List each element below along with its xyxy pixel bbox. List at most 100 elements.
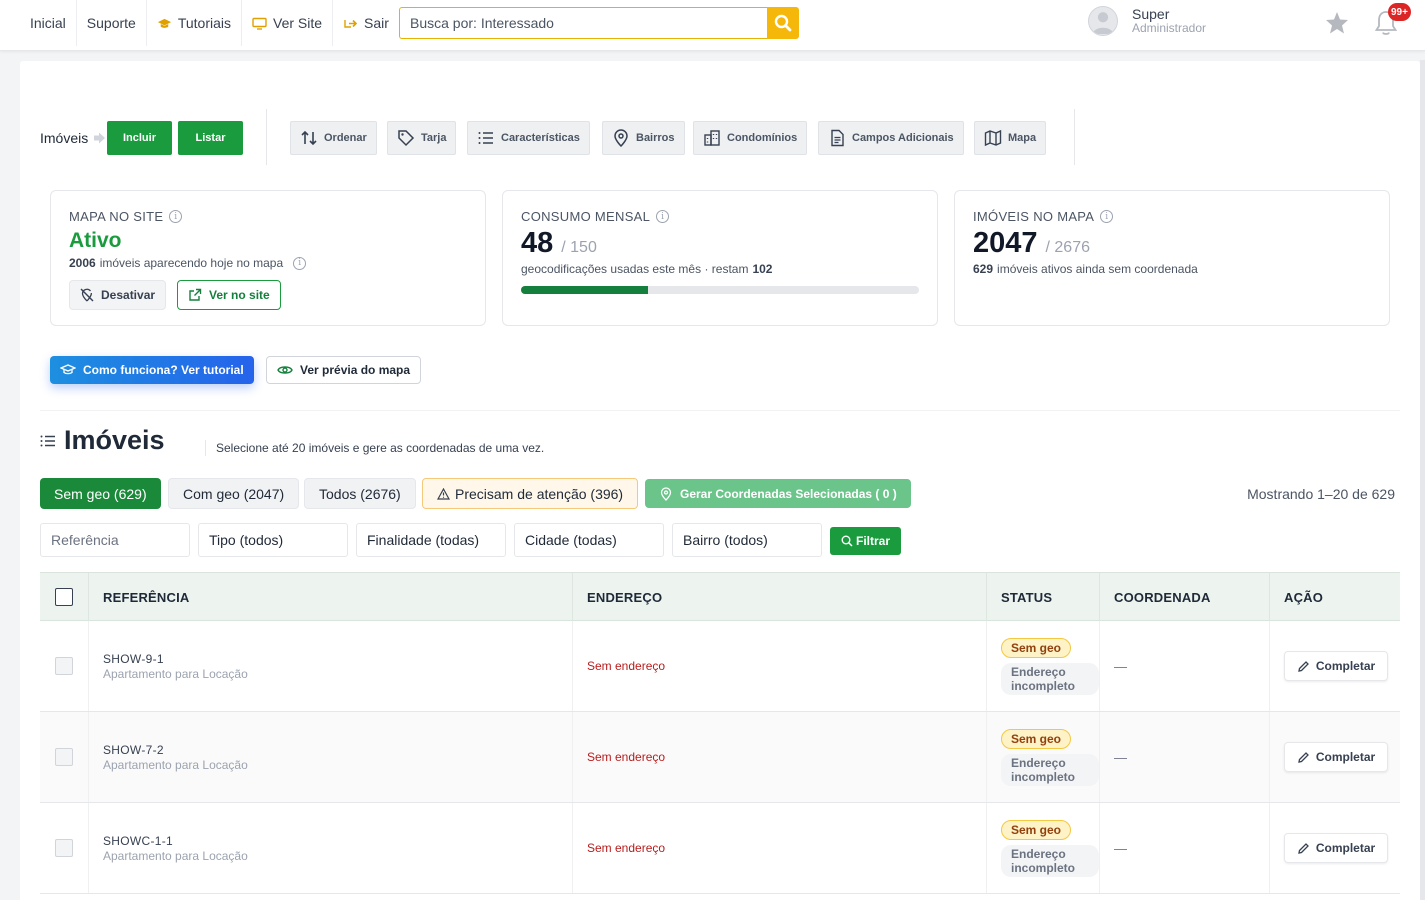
tab-label: Precisam de atenção (396): [455, 485, 624, 502]
completar-button[interactable]: Completar: [1284, 742, 1388, 772]
missing-count: 629: [973, 262, 994, 276]
col-acao: AÇÃO: [1269, 573, 1400, 621]
ref-cell: SHOW-7-2 Apartamento para Locação: [88, 712, 572, 802]
search-button[interactable]: [767, 7, 799, 39]
mapa-no-site-card: MAPA NO SITE i Ativo 2006 imóveis aparece…: [50, 190, 486, 326]
consumo-mensal-card: CONSUMO MENSAL i 48 / 150 geocodificações …: [502, 190, 938, 326]
user-menu[interactable]: Super Administrador: [1088, 6, 1206, 36]
coord-value: —: [1114, 749, 1127, 765]
info-icon[interactable]: i: [656, 210, 670, 223]
list-icon: [478, 132, 493, 144]
graduation-cap-icon: [60, 364, 76, 375]
consumo-number: 48 / 150: [521, 227, 597, 260]
imoveis-count: 2006: [69, 256, 96, 270]
search-icon: [841, 535, 853, 547]
finalidade-select[interactable]: Finalidade (todas): [356, 523, 506, 557]
incluir-button[interactable]: Incluir: [107, 121, 172, 155]
col-status: STATUS: [986, 573, 1099, 621]
card-subtitle: geocodificações usadas este mês · restam…: [521, 262, 772, 276]
nav-inicial[interactable]: Inicial: [20, 0, 77, 46]
card-title: MAPA NO SITE i: [69, 209, 183, 224]
filtrar-button[interactable]: Filtrar: [830, 527, 901, 555]
coord-cell: —: [1099, 621, 1269, 711]
tutorial-button[interactable]: Como funciona? Ver tutorial: [50, 356, 254, 384]
col-referencia: REFERÊNCIA: [88, 573, 572, 621]
search-icon: [774, 14, 792, 32]
ref-cell: SHOW-9-1 Apartamento para Locação: [88, 621, 572, 711]
used-count: 48: [521, 227, 554, 259]
preview-map-button[interactable]: Ver prévia do mapa: [266, 356, 422, 384]
section-title: Imóveis: [40, 425, 165, 456]
scrollbar[interactable]: [1420, 60, 1425, 900]
card-subtitle: 2006 imóveis aparecendo hoje no mapa i: [69, 256, 307, 270]
user-name: Super: [1132, 6, 1170, 22]
map-pin-icon: [614, 129, 628, 147]
tab-sem-geo[interactable]: Sem geo (629): [40, 478, 161, 509]
completar-button[interactable]: Completar: [1284, 651, 1388, 681]
ver-no-site-button[interactable]: Ver no site: [177, 280, 281, 310]
condominios-button[interactable]: Condomínios: [693, 121, 808, 155]
btn-label: Ver prévia do mapa: [300, 363, 411, 377]
tab-com-geo[interactable]: Com geo (2047): [168, 478, 300, 509]
ref-cell: SHOWC-1-1 Apartamento para Locação: [88, 803, 572, 893]
caracteristicas-button[interactable]: Características: [467, 121, 590, 155]
imoveis-mapa-number: 2047 / 2676: [973, 227, 1090, 260]
ordenar-button[interactable]: Ordenar: [290, 121, 377, 155]
info-icon[interactable]: i: [169, 210, 183, 223]
action-cell: Completar: [1269, 712, 1400, 802]
nav-sair[interactable]: Sair: [333, 0, 399, 46]
nav-tutoriais[interactable]: Tutoriais: [147, 0, 243, 46]
row-checkbox[interactable]: [55, 839, 73, 857]
btn-label: Completar: [1315, 841, 1376, 855]
tool-label: Campos Adicionais: [852, 132, 954, 144]
desativar-button[interactable]: Desativar: [69, 280, 167, 310]
btn-label: Completar: [1315, 659, 1376, 673]
btn-label: Ver no site: [209, 288, 270, 302]
campos-adicionais-button[interactable]: Campos Adicionais: [818, 121, 964, 155]
nav-label: Sair: [364, 15, 389, 31]
graduation-cap-icon: [157, 16, 172, 31]
avatar: [1088, 6, 1118, 36]
info-icon[interactable]: i: [293, 256, 307, 270]
info-icon[interactable]: i: [1100, 210, 1114, 223]
address-cell: Sem endereço: [572, 621, 986, 711]
col-endereco: ENDEREÇO: [572, 573, 986, 621]
tab-todos[interactable]: Todos (2676): [304, 478, 416, 509]
table-header: REFERÊNCIA ENDEREÇO STATUS COORDENADA AÇ…: [40, 572, 1400, 621]
bairro-select[interactable]: Bairro (todos): [672, 523, 822, 557]
table-row: SHOW-7-2 Apartamento para Locação Sem end…: [40, 712, 1400, 803]
bairros-button[interactable]: Bairros: [602, 121, 685, 155]
tab-precisam-atencao[interactable]: Precisam de atenção (396): [422, 478, 639, 509]
nav-ver-site[interactable]: Ver Site: [242, 0, 334, 46]
nav-suporte[interactable]: Suporte: [77, 0, 147, 46]
card-title-text: IMÓVEIS NO MAPA: [973, 209, 1095, 224]
tarja-button[interactable]: Tarja: [387, 121, 457, 155]
listar-button[interactable]: Listar: [178, 121, 243, 155]
tool-label: Condomínios: [727, 132, 798, 144]
mapa-button[interactable]: Mapa: [974, 121, 1047, 155]
select-all-cell: [40, 573, 88, 621]
total-count: / 150: [561, 239, 597, 256]
btn-label: Gerar Coordenadas Selecionadas ( 0 ): [680, 486, 897, 501]
status-cell: Sem geo Endereço incompleto: [986, 621, 1099, 711]
gerar-coordenadas-button[interactable]: Gerar Coordenadas Selecionadas ( 0 ): [645, 479, 911, 508]
search-box: [399, 7, 799, 39]
cidade-select[interactable]: Cidade (todas): [514, 523, 664, 557]
row-checkbox[interactable]: [55, 748, 73, 766]
referencia-filter[interactable]: Referência: [40, 523, 190, 557]
map-status: Ativo: [69, 229, 122, 252]
tipo-select[interactable]: Tipo (todos): [198, 523, 348, 557]
remaining-count: 102: [752, 262, 773, 276]
row-checkbox[interactable]: [55, 657, 73, 675]
toolbar-divider: [1074, 109, 1075, 165]
select-all-checkbox[interactable]: [55, 588, 73, 606]
table-row: SHOW-9-1 Apartamento para Locação Sem end…: [40, 621, 1400, 712]
eye-icon: [277, 366, 293, 374]
completar-button[interactable]: Completar: [1284, 833, 1388, 863]
action-cell: Completar: [1269, 621, 1400, 711]
map-off-icon: [80, 288, 94, 302]
search-input[interactable]: [399, 7, 767, 39]
top-bar: Inicial Suporte Tutoriais Ver Site Sair …: [0, 0, 1425, 51]
favorites-star-icon[interactable]: [1324, 10, 1350, 36]
card-title-text: CONSUMO MENSAL: [521, 209, 651, 224]
